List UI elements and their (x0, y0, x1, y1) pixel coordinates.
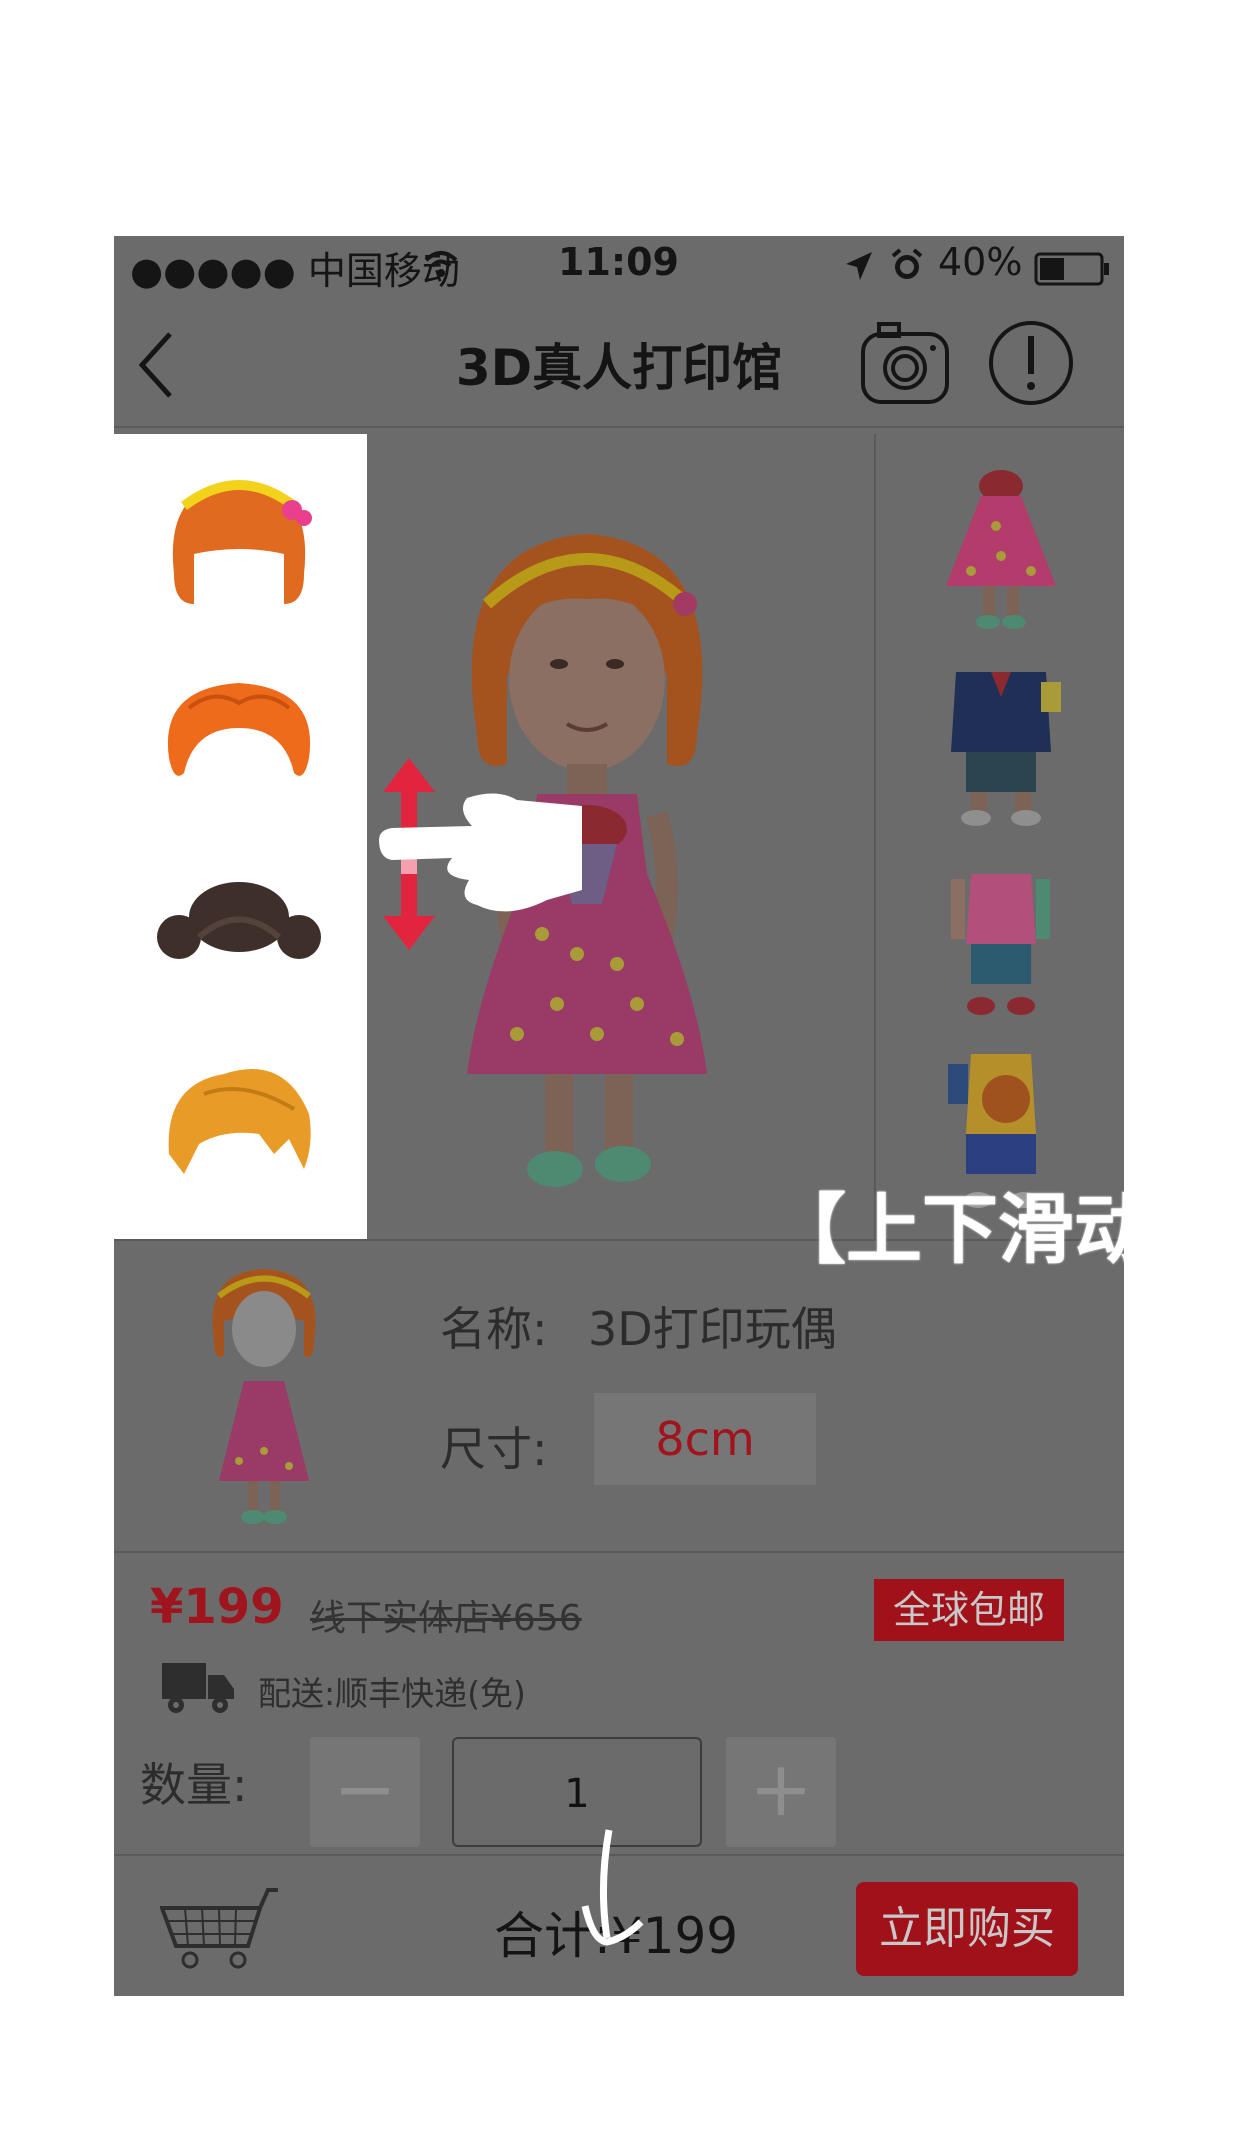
bottom-bar: 合计:¥199 立即购买 (114, 1829, 1124, 1996)
wifi-icon (424, 251, 458, 277)
outfit-option-pink-tank[interactable] (936, 844, 1066, 1024)
avatar-preview[interactable] (367, 434, 872, 1239)
page-title: 3D真人打印馆 (455, 339, 783, 397)
phone-screen: ●●●●● 中国移动 11:09 40% 3D真人打印馆 名称: 3D打印玩偶 … (114, 236, 1124, 1996)
info-icon[interactable] (986, 318, 1076, 408)
outfit-option-pink-dress[interactable] (936, 456, 1066, 636)
hair-option-bob-headband[interactable] (154, 454, 324, 624)
size-option-button[interactable]: 8cm (594, 1393, 816, 1485)
outfit-option-navy-suit[interactable] (936, 652, 1066, 832)
quantity-increase-button[interactable]: + (726, 1737, 836, 1847)
nav-bar: 3D真人打印馆 (114, 296, 1124, 428)
quantity-label: 数量: (140, 1758, 248, 1812)
product-name: 3D打印玩偶 (588, 1302, 837, 1356)
current-price: ¥199 (150, 1579, 284, 1635)
hair-option-spiky-short[interactable] (154, 1034, 324, 1204)
size-label: 尺寸: (440, 1422, 548, 1476)
down-arrow-annotation-icon (581, 1829, 644, 1946)
camera-icon[interactable] (859, 320, 951, 406)
product-info: 名称: 3D打印玩偶 尺寸: 8cm (114, 1239, 1124, 1553)
hair-style-list (114, 434, 367, 1239)
shopping-cart-icon[interactable] (160, 1886, 280, 1970)
hand-pointer-icon (379, 793, 582, 912)
status-bar: ●●●●● 中国移动 11:09 40% (114, 236, 1124, 296)
shipping-info: 配送:顺丰快递(免) (258, 1674, 526, 1713)
outfit-list (874, 434, 1124, 1239)
free-shipping-badge: 全球包邮 (874, 1579, 1064, 1641)
status-time: 11:09 (558, 240, 679, 284)
battery-icon (1034, 252, 1109, 286)
carrier-text: ●●●●● 中国移动 (130, 249, 460, 293)
original-price: 线下实体店¥656 (310, 1598, 582, 1639)
hair-option-twin-buns[interactable] (154, 842, 324, 1012)
delivery-truck-icon (162, 1663, 234, 1713)
name-label: 名称: (440, 1302, 548, 1356)
alarm-icon (891, 248, 923, 279)
price-section: ¥199 线下实体店¥656 全球包邮 配送:顺丰快递(免) 数量: − 1 + (114, 1549, 1124, 1856)
location-arrow-icon (846, 252, 872, 280)
product-thumbnail-image (212, 1269, 316, 1524)
battery-percent: 40% (938, 240, 1023, 284)
quantity-decrease-button[interactable]: − (310, 1737, 420, 1847)
scroll-hint-overlay: 【上下滑动】 (770, 1185, 1124, 1274)
buy-now-button[interactable]: 立即购买 (856, 1882, 1078, 1976)
hair-option-curly-updo[interactable] (154, 648, 324, 818)
